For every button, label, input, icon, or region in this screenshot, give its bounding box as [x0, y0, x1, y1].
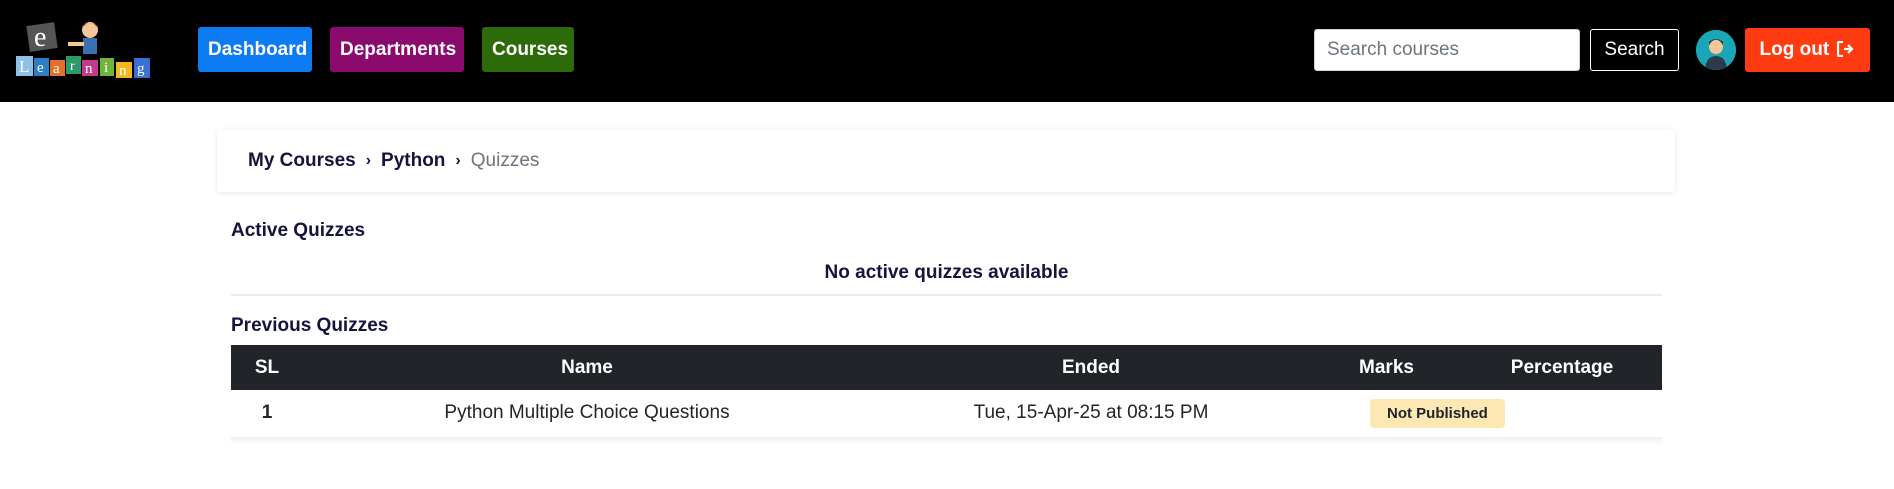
avatar-icon — [1696, 30, 1736, 70]
svg-text:i: i — [104, 60, 108, 76]
row-sl: 1 — [261, 402, 273, 424]
column-header-name: Name — [561, 356, 613, 378]
previous-quizzes-heading: Previous Quizzes — [231, 315, 389, 336]
svg-text:e: e — [34, 22, 46, 53]
departments-button[interactable]: Departments — [330, 27, 464, 72]
row-quiz-name: Python Multiple Choice Questions — [444, 402, 730, 424]
elearning-logo[interactable]: e L e a r n i n g — [16, 20, 170, 80]
column-header-ended: Ended — [1061, 356, 1121, 378]
svg-text:a: a — [53, 61, 60, 77]
row-ended: Tue, 15-Apr-25 at 08:15 PM — [973, 402, 1209, 424]
status-badge: Not Published — [1370, 398, 1505, 428]
breadcrumb-python[interactable]: Python — [381, 150, 445, 172]
logout-button[interactable]: Log out — [1745, 28, 1870, 72]
search-button[interactable]: Search — [1590, 29, 1679, 71]
user-avatar[interactable] — [1696, 30, 1736, 70]
top-navbar: e L e a r n i n g Dashboard Departments … — [0, 0, 1894, 102]
active-quizzes-heading: Active Quizzes — [231, 220, 366, 241]
courses-button[interactable]: Courses — [482, 27, 574, 72]
no-active-quizzes-message: No active quizzes available — [824, 262, 1069, 283]
svg-text:g: g — [137, 61, 145, 77]
search-input[interactable] — [1314, 29, 1580, 71]
previous-quizzes-table: SL Name Ended Marks Percentage 1 Python … — [231, 345, 1662, 438]
svg-text:n: n — [119, 63, 127, 79]
svg-text:L: L — [19, 57, 29, 76]
table-shadow — [231, 437, 1662, 445]
svg-text:e: e — [37, 60, 44, 76]
breadcrumb-current: Quizzes — [470, 150, 540, 171]
breadcrumb-my-courses[interactable]: My Courses — [248, 150, 356, 172]
breadcrumb-separator: › — [365, 152, 372, 169]
breadcrumb-separator: › — [455, 152, 461, 169]
row-result: Not Published — [1311, 390, 1662, 437]
section-divider — [231, 294, 1662, 296]
logout-label: Log out — [1759, 39, 1830, 60]
column-header-marks: Marks — [1359, 356, 1414, 378]
svg-text:r: r — [70, 59, 75, 74]
breadcrumb: My Courses › Python › Quizzes — [217, 130, 1675, 192]
table-row: 1 Python Multiple Choice Questions Tue, … — [231, 390, 1662, 437]
sign-out-icon — [1837, 40, 1855, 58]
column-header-sl: SL — [254, 356, 280, 378]
column-header-percentage: Percentage — [1510, 356, 1614, 378]
table-header-row: SL Name Ended Marks Percentage — [231, 345, 1662, 390]
dashboard-button[interactable]: Dashboard — [198, 27, 312, 72]
svg-text:n: n — [85, 61, 93, 77]
